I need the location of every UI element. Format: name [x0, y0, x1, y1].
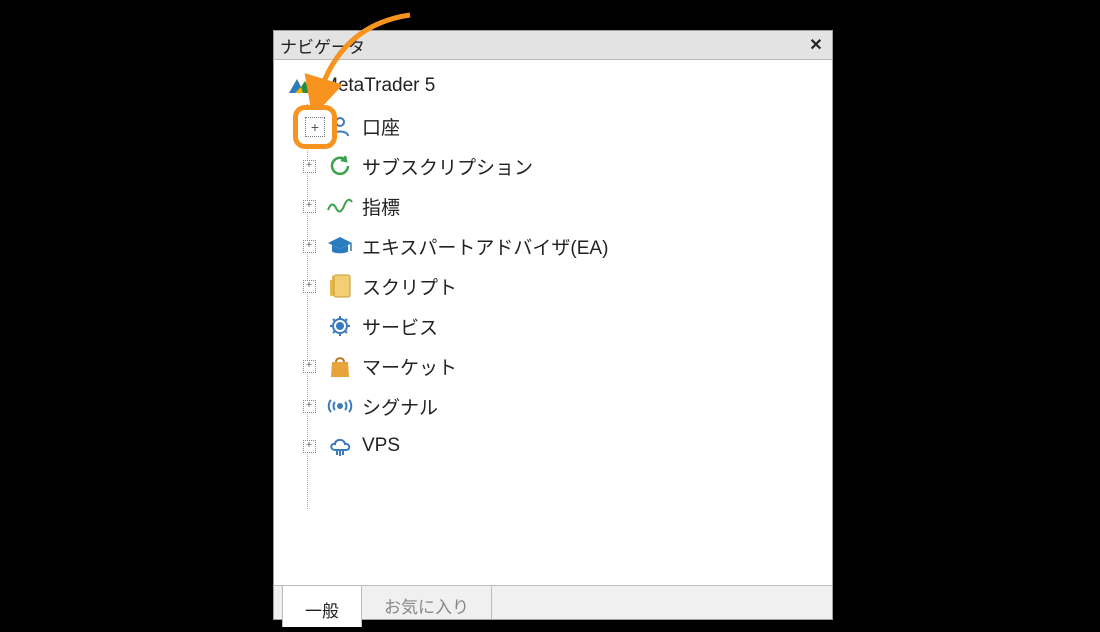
tree-item-label: 口座 — [362, 113, 400, 140]
tree-item-market[interactable]: マーケット — [302, 346, 828, 386]
tree-item-label: VPS — [362, 435, 400, 457]
expander-icon[interactable] — [303, 360, 316, 373]
tree-item-label: 指標 — [362, 193, 400, 220]
grad-cap-icon — [326, 232, 354, 260]
tree-root-label: MetaTrader 5 — [322, 75, 435, 97]
tree-item-indicators[interactable]: 指標 — [302, 186, 828, 226]
signal-icon — [326, 392, 354, 420]
gear-icon: ▸ — [326, 312, 354, 340]
tree-item-scripts[interactable]: スクリプト — [302, 266, 828, 306]
bag-icon — [326, 352, 354, 380]
navigator-panel: ナビゲータ ✕ MetaTrader 5 — [273, 30, 833, 620]
tree-item-label: サブスクリプション — [362, 153, 533, 180]
svg-text:▸: ▸ — [338, 322, 342, 331]
panel-titlebar[interactable]: ナビゲータ ✕ — [274, 31, 832, 60]
annotation-highlight — [293, 105, 337, 149]
tab-general[interactable]: 一般 — [282, 585, 362, 627]
expander-icon[interactable] — [303, 160, 316, 173]
tree-item-subscription[interactable]: サブスクリプション — [302, 146, 828, 186]
tree-item-label: シグナル — [362, 393, 438, 420]
cloud-icon — [326, 432, 354, 460]
expander-icon[interactable] — [303, 400, 316, 413]
script-icon — [326, 272, 354, 300]
tab-label: お気に入り — [384, 593, 469, 618]
plus-icon — [305, 117, 325, 137]
stage: ナビゲータ ✕ MetaTrader 5 — [0, 0, 1100, 632]
tree-item-label: スクリプト — [362, 273, 457, 300]
tree-item-signals[interactable]: シグナル — [302, 386, 828, 426]
tree-item-expert-advisors[interactable]: エキスパートアドバイザ(EA) — [302, 226, 828, 266]
tree-item-vps[interactable]: VPS — [302, 426, 828, 466]
wave-icon — [326, 192, 354, 220]
tree-item-label: マーケット — [362, 353, 457, 380]
tree-item-label: サービス — [362, 313, 438, 340]
expander-icon[interactable] — [303, 240, 316, 253]
mt5-logo-icon — [286, 72, 314, 100]
close-icon[interactable]: ✕ — [806, 35, 826, 55]
tree-item-label: エキスパートアドバイザ(EA) — [362, 233, 608, 260]
tab-favorites[interactable]: お気に入り — [362, 586, 492, 619]
expander-icon[interactable] — [303, 440, 316, 453]
panel-body: MetaTrader 5 口座 — [274, 60, 832, 585]
tree-item-accounts[interactable]: 口座 — [302, 106, 828, 146]
tree: MetaTrader 5 口座 — [282, 66, 828, 466]
refresh-icon — [326, 152, 354, 180]
tree-root[interactable]: MetaTrader 5 — [286, 66, 828, 106]
expander-icon[interactable] — [303, 280, 316, 293]
panel-tabs: 一般 お気に入り — [274, 585, 832, 619]
tree-item-services[interactable]: ▸ サービス — [302, 306, 828, 346]
expander-empty — [302, 306, 316, 346]
panel-title: ナビゲータ — [280, 33, 806, 58]
expander-icon[interactable] — [303, 200, 316, 213]
tab-label: 一般 — [305, 597, 339, 622]
